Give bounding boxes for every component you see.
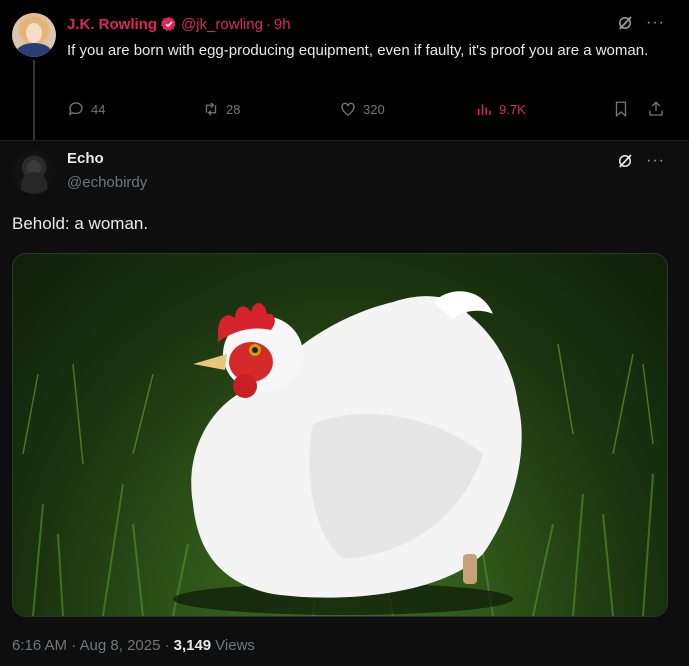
views-button[interactable]: 9.7K bbox=[475, 100, 526, 118]
share-button[interactable] bbox=[647, 100, 665, 118]
author-name[interactable]: Echo bbox=[67, 150, 104, 167]
avatar[interactable] bbox=[12, 13, 56, 57]
tweet-time[interactable]: 9h bbox=[274, 16, 291, 33]
tweet-header: J.K. Rowling @jk_rowling · 9h bbox=[67, 14, 291, 34]
author-name[interactable]: J.K. Rowling bbox=[67, 16, 157, 33]
avatar[interactable] bbox=[12, 150, 56, 194]
author-handle[interactable]: @jk_rowling bbox=[181, 16, 263, 33]
tweet-media-image[interactable] bbox=[12, 253, 668, 617]
share-icon bbox=[649, 101, 663, 116]
verified-badge-icon bbox=[161, 17, 176, 31]
tweet-meta: 6:16 AM · Aug 8, 2025 · 3,149 Views bbox=[12, 637, 255, 654]
views-count: 3,149 bbox=[173, 637, 212, 654]
thread-line bbox=[33, 60, 35, 142]
timestamp[interactable]: 6:16 AM · Aug 8, 2025 · bbox=[12, 637, 170, 654]
separator: · bbox=[265, 15, 271, 33]
action-bar: 44 28 320 9.7K bbox=[67, 100, 667, 120]
views-count: 9.7K bbox=[499, 101, 526, 117]
like-count: 320 bbox=[363, 101, 385, 117]
parent-tweet[interactable]: J.K. Rowling @jk_rowling · 9h ··· If you… bbox=[0, 0, 689, 142]
like-button[interactable]: 320 bbox=[339, 100, 385, 118]
tweet-text: Behold: a woman. bbox=[12, 214, 149, 233]
chicken-photo bbox=[22, 291, 654, 616]
reply-count: 44 bbox=[91, 101, 106, 117]
bookmark-icon bbox=[615, 101, 627, 118]
bookmark-button[interactable] bbox=[612, 100, 630, 118]
reply-icon bbox=[68, 102, 83, 116]
author-handle[interactable]: @echobirdy bbox=[67, 174, 147, 191]
views-label: Views bbox=[215, 637, 255, 654]
like-icon bbox=[341, 102, 355, 116]
retweet-icon bbox=[205, 102, 217, 116]
more-icon[interactable]: ··· bbox=[646, 14, 665, 32]
grok-icon[interactable] bbox=[616, 152, 634, 170]
retweet-count: 28 bbox=[226, 101, 241, 117]
views-icon bbox=[478, 104, 491, 115]
reply-tweet[interactable]: Echo @echobirdy ··· Behold: a woman. 6:1… bbox=[0, 141, 689, 666]
grok-icon[interactable] bbox=[616, 14, 634, 32]
tweet-text: If you are born with egg-producing equip… bbox=[67, 42, 649, 59]
retweet-button[interactable]: 28 bbox=[202, 100, 240, 118]
more-icon[interactable]: ··· bbox=[646, 152, 665, 170]
reply-button[interactable]: 44 bbox=[67, 100, 105, 118]
